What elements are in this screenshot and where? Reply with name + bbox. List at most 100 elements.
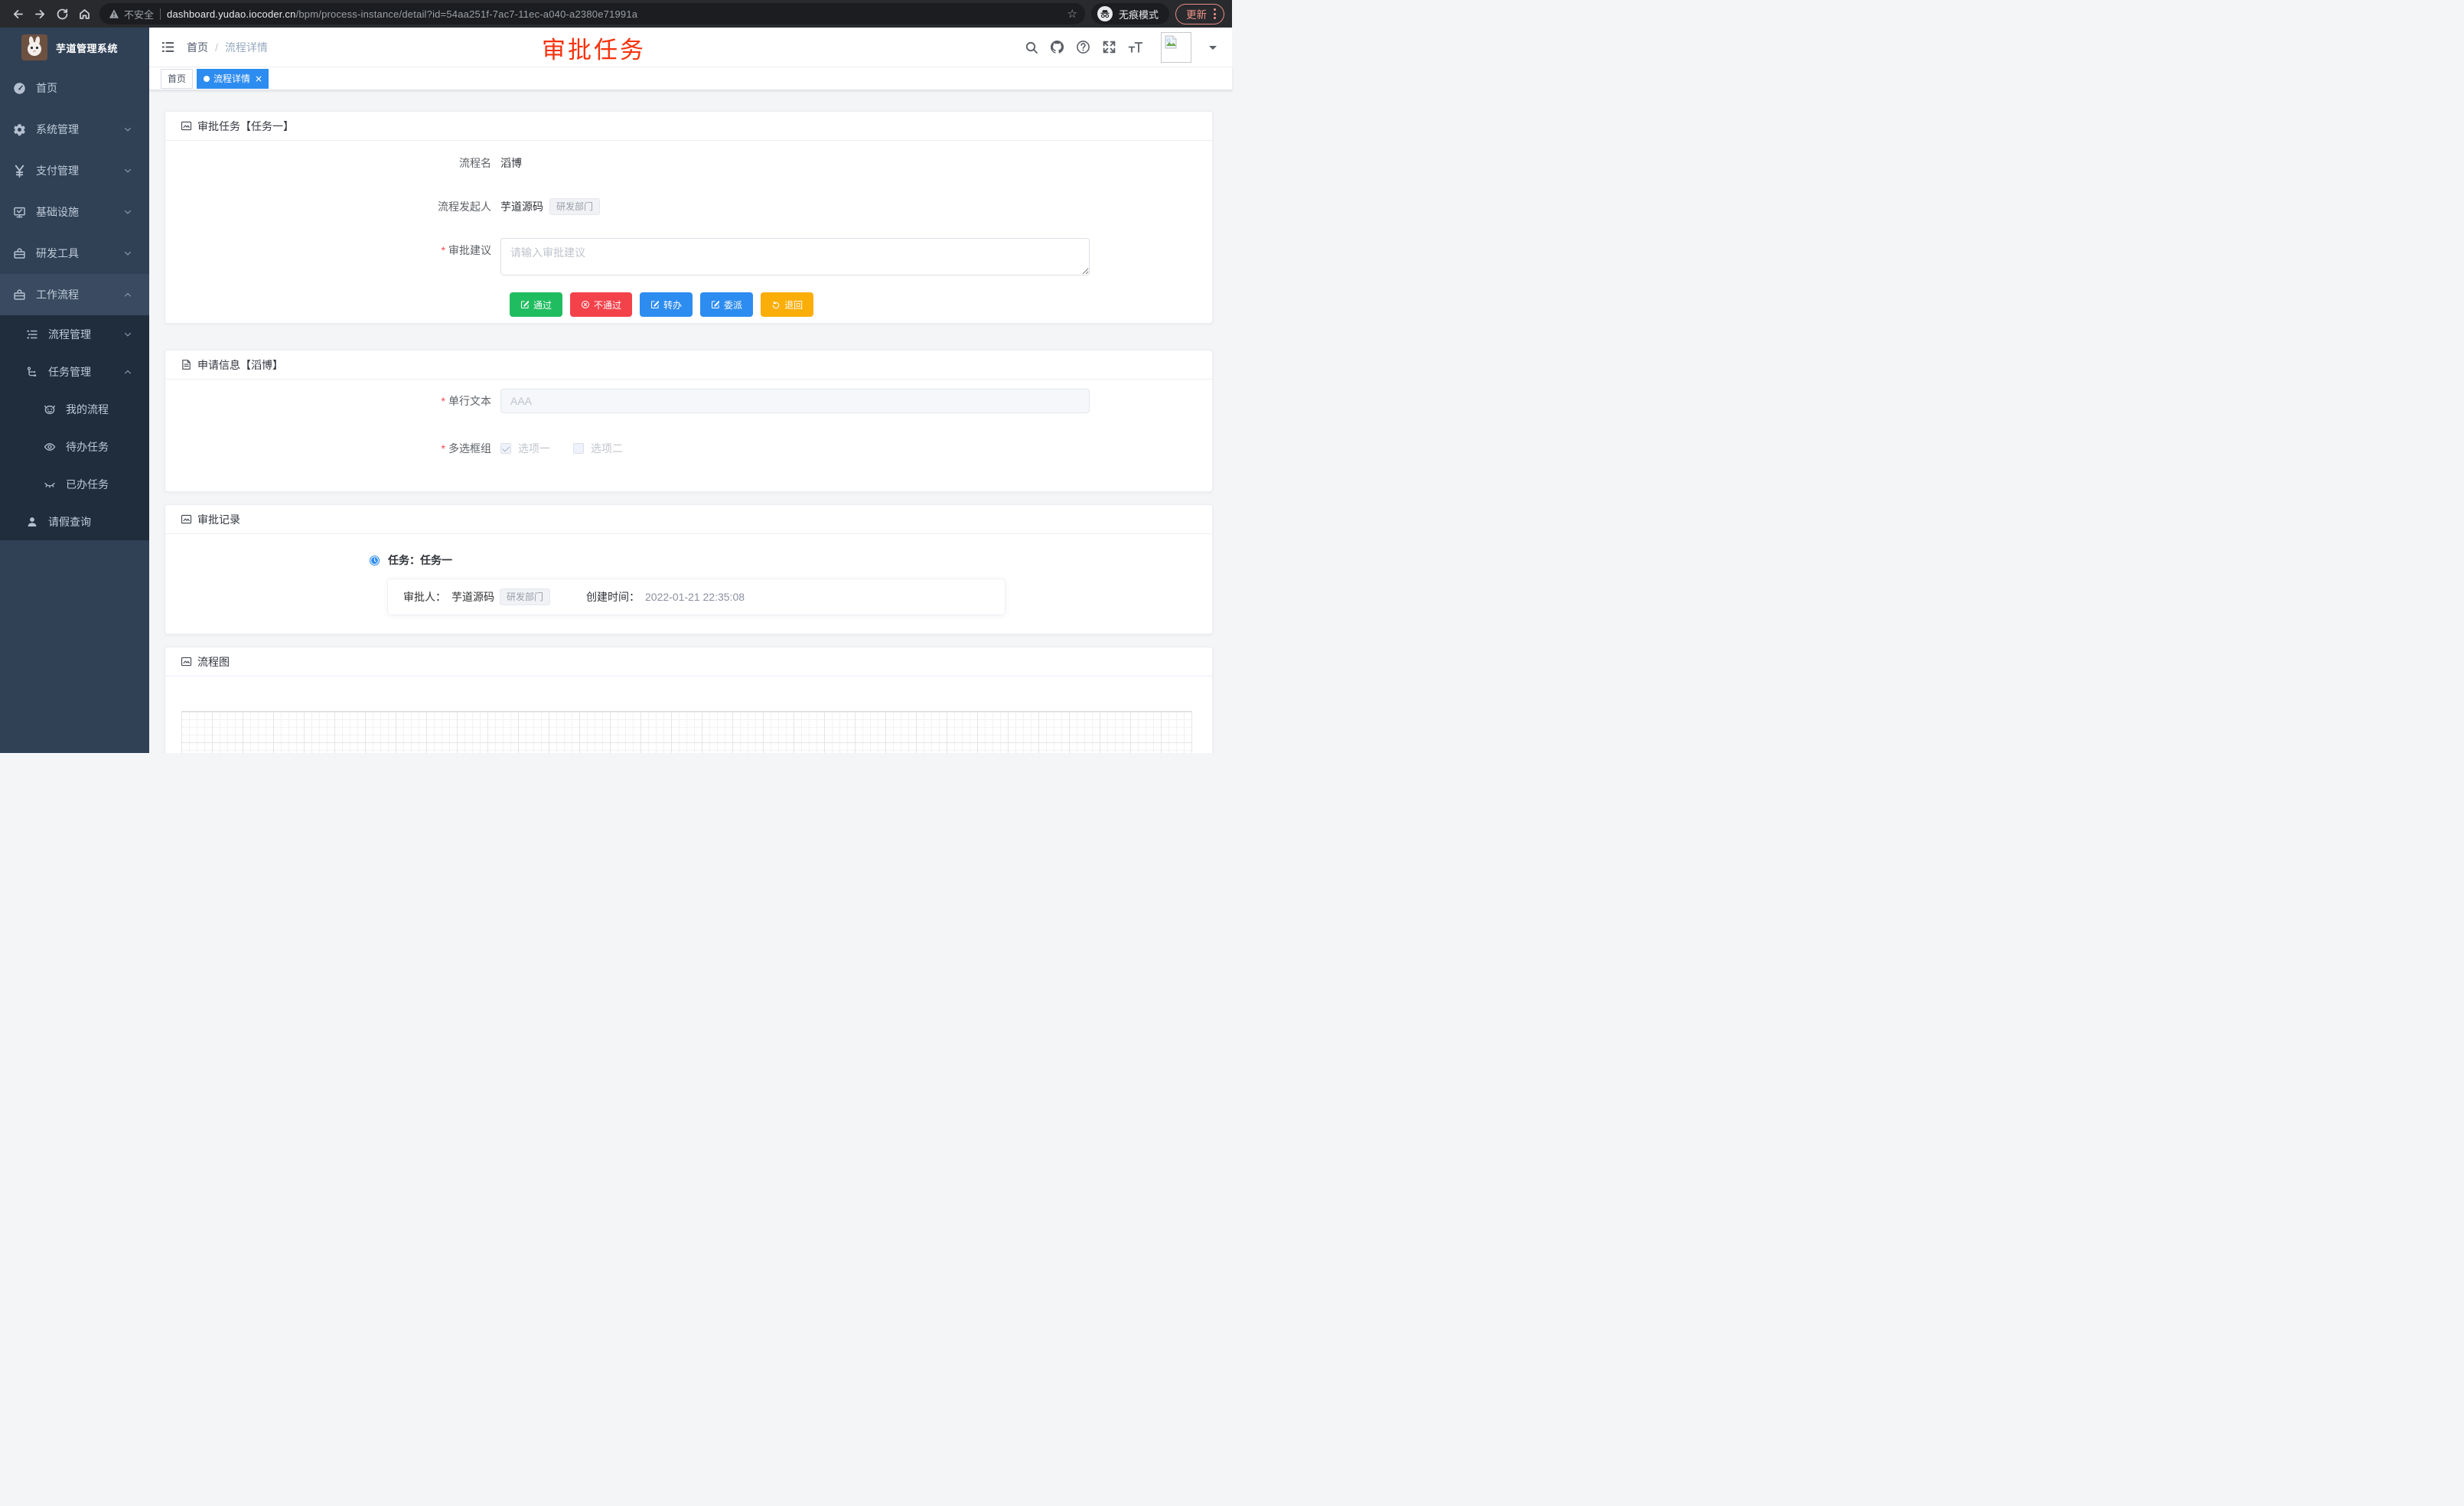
reload-icon[interactable] <box>52 4 73 24</box>
address-bar[interactable]: 不安全 dashboard.yudao.iocoder.cn/bpm/proce… <box>99 3 1085 24</box>
chevron-down-icon <box>123 249 132 258</box>
not-secure-indicator[interactable]: 不安全 <box>109 7 154 21</box>
field-label: 审批建议 <box>399 238 500 275</box>
browser-update-button[interactable]: 更新 <box>1175 4 1224 24</box>
initiator-value: 芋道源码 研发部门 <box>500 194 600 219</box>
logo-image <box>21 34 47 60</box>
update-label: 更新 <box>1186 6 1207 21</box>
chevron-down-icon <box>123 330 132 339</box>
checkbox-label: 选项一 <box>518 441 550 456</box>
sidebar-item-process-mgmt[interactable]: 流程管理 <box>0 315 149 353</box>
chevron-down-icon <box>123 125 132 134</box>
sidebar-item-label: 基础设施 <box>36 204 123 220</box>
card-header: 审批任务【任务一】 <box>165 112 1212 141</box>
smiley-icon <box>43 403 56 416</box>
bookmark-star-icon[interactable]: ☆ <box>1067 7 1077 21</box>
card-title: 审批任务【任务一】 <box>197 119 294 134</box>
flow-tree-icon <box>25 366 38 378</box>
card-title: 流程图 <box>197 654 230 670</box>
fullscreen-icon[interactable] <box>1102 40 1116 54</box>
browser-menu-icon[interactable] <box>1214 8 1216 19</box>
tab-process-detail[interactable]: 流程详情 <box>197 69 269 89</box>
field-label: 流程名 <box>399 151 500 175</box>
sidebar-item-label: 待办任务 <box>66 439 132 455</box>
broken-image-icon <box>1163 34 1178 50</box>
single-text-input[interactable] <box>500 389 1090 413</box>
document-icon <box>181 359 192 370</box>
toolbox-icon <box>13 288 26 302</box>
sidebar-item-my-process[interactable]: 我的流程 <box>0 390 149 428</box>
sidebar-item-todo-tasks[interactable]: 待办任务 <box>0 428 149 465</box>
time-value: 2022-01-21 22:35:08 <box>645 591 745 603</box>
chevron-down-icon <box>123 166 132 175</box>
page-content: 审批任务【任务一】 流程名 滔博 流程发起人 芋道源码 研发部门 审批建议 <box>149 90 1232 753</box>
reject-button[interactable]: 不通过 <box>570 292 632 317</box>
checkbox-unchecked-icon <box>573 443 584 454</box>
picture-icon <box>181 656 192 667</box>
button-label: 委派 <box>724 298 742 311</box>
approval-actions: 通过 不通过 转办 委派 <box>510 292 1197 317</box>
card-title: 审批记录 <box>197 512 240 527</box>
avatar-caret-icon[interactable] <box>1209 46 1217 54</box>
forward-icon[interactable] <box>30 4 51 24</box>
toolbox-icon <box>13 247 26 260</box>
card-header: 审批记录 <box>165 505 1212 534</box>
app-title: 芋道管理系统 <box>56 41 118 55</box>
return-button[interactable]: 退回 <box>761 292 813 317</box>
sidebar-fold-icon[interactable] <box>149 28 187 67</box>
annotation-text: 审批任务 <box>542 31 646 65</box>
sidebar-item-infra[interactable]: 基础设施 <box>0 191 149 233</box>
bpmn-canvas-grid[interactable] <box>181 711 1192 753</box>
url-text[interactable]: dashboard.yudao.iocoder.cn/bpm/process-i… <box>167 8 1061 20</box>
monitor-icon <box>13 206 26 219</box>
not-secure-label: 不安全 <box>124 7 154 21</box>
close-icon[interactable] <box>256 76 262 82</box>
sidebar-item-label: 已办任务 <box>66 477 132 492</box>
sidebar-item-label: 任务管理 <box>48 364 123 380</box>
button-label: 转办 <box>663 298 682 311</box>
checkbox-option1[interactable]: 选项一 <box>500 441 550 456</box>
sidebar-item-home[interactable]: 首页 <box>0 67 149 109</box>
sidebar-item-task-mgmt[interactable]: 任务管理 <box>0 353 149 390</box>
help-icon[interactable] <box>1076 40 1090 54</box>
sidebar-item-label: 系统管理 <box>36 122 123 137</box>
sidebar-item-system[interactable]: 系统管理 <box>0 109 149 150</box>
approve-button[interactable]: 通过 <box>510 292 562 317</box>
sidebar-item-done-tasks[interactable]: 已办任务 <box>0 465 149 503</box>
breadcrumb-home[interactable]: 首页 <box>187 40 208 55</box>
button-label: 通过 <box>533 298 552 311</box>
sidebar-item-devtools[interactable]: 研发工具 <box>0 233 149 274</box>
process-name-value: 滔博 <box>500 151 522 175</box>
sidebar-item-workflow[interactable]: 工作流程 <box>0 274 149 315</box>
workflow-submenu: 流程管理 任务管理 我的流程 待办任务 已办任务 <box>0 315 149 540</box>
sidebar-item-payment[interactable]: 支付管理 <box>0 150 149 191</box>
avatar[interactable] <box>1161 32 1191 63</box>
form-row-single-text: 单行文本 <box>399 389 1197 413</box>
app-logo[interactable]: 芋道管理系统 <box>0 28 149 67</box>
advice-textarea[interactable] <box>500 238 1090 275</box>
eye-open-icon <box>43 441 56 453</box>
sidebar-item-leave-query[interactable]: 请假查询 <box>0 503 149 540</box>
sidebar-item-label: 首页 <box>36 80 132 96</box>
navbar-actions <box>1025 32 1217 63</box>
url-path: /bpm/process-instance/detail?id=54aa251f… <box>296 8 638 20</box>
form-row-checkbox-group: 多选框组 选项一 选项二 <box>399 436 1197 461</box>
checkbox-checked-icon <box>500 443 511 454</box>
github-icon[interactable] <box>1050 40 1064 54</box>
tab-home[interactable]: 首页 <box>161 69 193 89</box>
chevron-down-icon <box>123 207 132 217</box>
list-icon <box>25 328 38 341</box>
delegate-button[interactable]: 委派 <box>700 292 753 317</box>
checkbox-option2[interactable]: 选项二 <box>573 441 623 456</box>
eye-closed-icon <box>43 478 56 491</box>
home-icon[interactable] <box>74 4 95 24</box>
transfer-button[interactable]: 转办 <box>640 292 693 317</box>
active-dot <box>204 76 210 82</box>
sidebar-item-label: 工作流程 <box>36 287 123 302</box>
picture-icon <box>181 120 192 132</box>
back-icon[interactable] <box>8 4 28 24</box>
search-icon[interactable] <box>1025 41 1038 54</box>
approver-label: 审批人： <box>403 589 446 605</box>
picture-icon <box>181 513 192 525</box>
font-size-icon[interactable] <box>1128 41 1143 54</box>
